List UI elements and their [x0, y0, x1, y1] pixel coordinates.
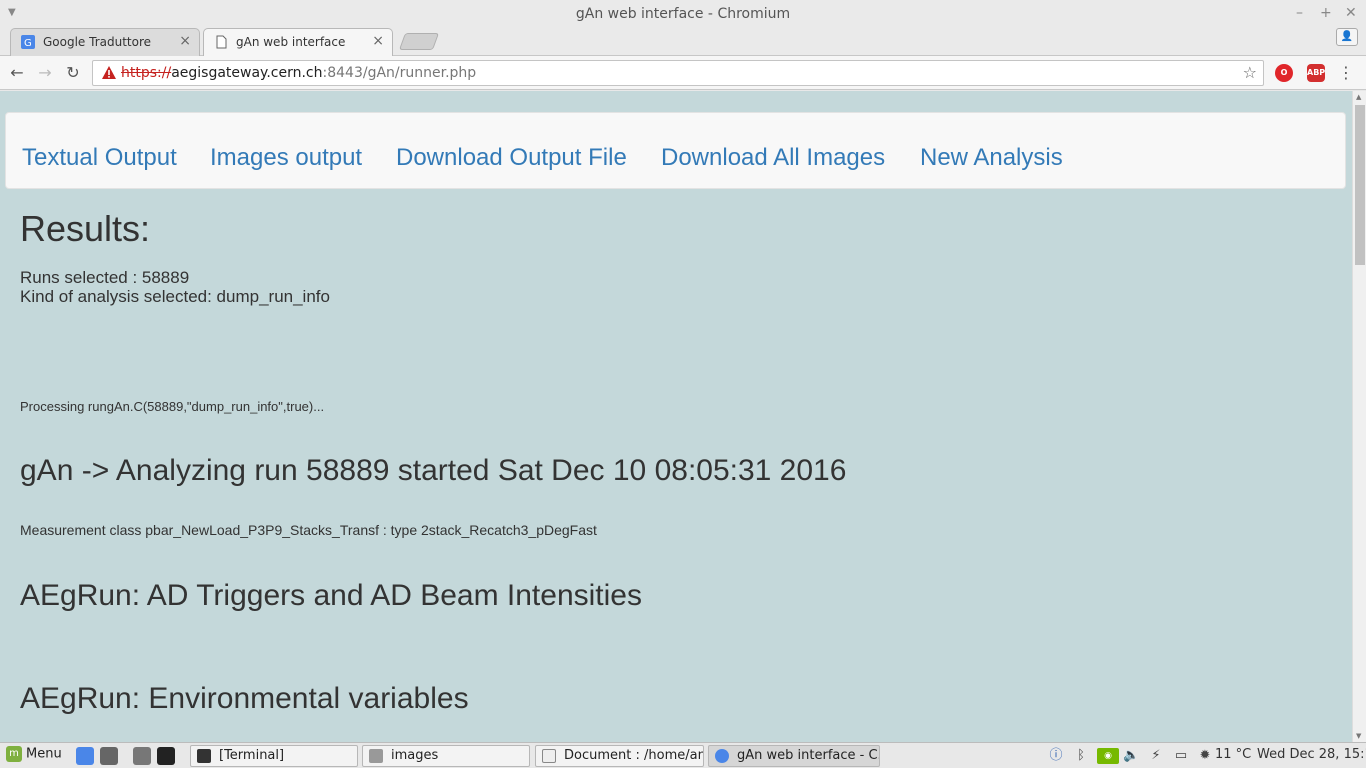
- url-path: :8443/gAn/runner.php: [322, 65, 477, 81]
- window-titlebar: ▼ gAn web interface - Chromium – + ✕: [0, 0, 1366, 28]
- nav-textual-output[interactable]: Textual Output: [22, 144, 177, 172]
- tab-close-icon[interactable]: ×: [372, 33, 384, 49]
- nav-new-analysis[interactable]: New Analysis: [920, 144, 1063, 172]
- battery-icon[interactable]: ▭: [1173, 748, 1189, 764]
- opera-extension-icon[interactable]: O: [1275, 64, 1293, 82]
- minimize-icon[interactable]: –: [1296, 5, 1303, 21]
- clock[interactable]: Wed Dec 28, 15:10: [1257, 747, 1366, 762]
- reload-icon[interactable]: ↻: [62, 62, 84, 84]
- weather-icon[interactable]: ✹: [1197, 748, 1213, 764]
- profile-icon[interactable]: 👤: [1336, 28, 1358, 46]
- google-translate-icon: G: [21, 35, 35, 49]
- task-chromium[interactable]: gAn web interface - C...: [708, 745, 880, 767]
- analysis-kind: Kind of analysis selected: dump_run_info: [20, 287, 330, 306]
- task-label: Document : /home/an...: [564, 748, 704, 763]
- scrollbar-thumb[interactable]: [1355, 105, 1365, 265]
- task-label: images: [391, 748, 439, 763]
- task-label: gAn web interface - C...: [737, 748, 880, 763]
- address-bar[interactable]: https://aegisgateway.cern.ch:8443/gAn/ru…: [92, 60, 1264, 86]
- tab-gan-web-interface[interactable]: gAn web interface ×: [203, 28, 393, 57]
- temperature: 11 °C: [1215, 747, 1252, 762]
- browser-menu-icon[interactable]: ⋮: [1338, 63, 1354, 82]
- measurement-line: Measurement class pbar_NewLoad_P3P9_Stac…: [20, 522, 597, 538]
- task-images[interactable]: images: [362, 745, 530, 767]
- runs-selected: Runs selected : 58889: [20, 268, 190, 287]
- chromium-launcher-icon[interactable]: [76, 747, 94, 765]
- page-scrollbar[interactable]: ▲ ▼: [1352, 91, 1366, 742]
- run-summary: Runs selected : 58889 Kind of analysis s…: [20, 268, 330, 306]
- close-window-icon[interactable]: ✕: [1345, 5, 1357, 21]
- bookmark-star-icon[interactable]: ☆: [1243, 63, 1257, 82]
- page-viewport: Textual Output Images output Download Ou…: [0, 91, 1352, 742]
- page-icon: [216, 35, 227, 49]
- tab-label: gAn web interface: [236, 35, 346, 49]
- triggers-heading: AEgRun: AD Triggers and AD Beam Intensit…: [20, 579, 642, 612]
- window-title: gAn web interface - Chromium: [575, 6, 791, 22]
- url-host: aegisgateway.cern.ch: [171, 65, 323, 81]
- nav-download-output-file[interactable]: Download Output File: [396, 144, 627, 172]
- results-navbar: Textual Output Images output Download Ou…: [5, 112, 1346, 189]
- tab-google-traduttore[interactable]: G Google Traduttore ×: [10, 28, 200, 56]
- start-menu-button[interactable]: m Menu: [6, 746, 62, 766]
- processing-line: Processing rungAn.C(58889,"dump_run_info…: [20, 399, 325, 414]
- nav-download-all-images[interactable]: Download All Images: [661, 144, 885, 172]
- task-document[interactable]: Document : /home/an...: [535, 745, 704, 767]
- url-text: https://aegisgateway.cern.ch:8443/gAn/ru…: [121, 65, 476, 81]
- tab-close-icon[interactable]: ×: [179, 33, 191, 49]
- new-tab-button[interactable]: [398, 33, 440, 50]
- chromium-icon: [715, 749, 729, 763]
- back-icon[interactable]: ←: [6, 62, 28, 84]
- analysis-start-heading: gAn -> Analyzing run 58889 started Sat D…: [20, 454, 847, 487]
- task-label: [Terminal]: [219, 748, 285, 763]
- terminal-icon: [197, 749, 211, 763]
- files-launcher-icon[interactable]: [100, 747, 118, 765]
- tab-label: Google Traduttore: [43, 35, 152, 49]
- scroll-down-icon[interactable]: ▼: [1356, 732, 1361, 740]
- start-menu-label: Menu: [26, 746, 62, 762]
- adblock-extension-icon[interactable]: ABP: [1307, 64, 1325, 82]
- warning-icon[interactable]: [101, 65, 117, 81]
- bluetooth-icon[interactable]: ᛒ: [1073, 748, 1089, 764]
- browser-toolbar: ← → ↻ https://aegisgateway.cern.ch:8443/…: [0, 56, 1366, 90]
- forward-icon[interactable]: →: [34, 62, 56, 84]
- terminal-launcher-icon[interactable]: [157, 747, 175, 765]
- system-taskbar: m Menu [Terminal] images Document : /home…: [0, 742, 1366, 768]
- environment-heading: AEgRun: Environmental variables: [20, 682, 469, 715]
- svg-text:G: G: [24, 38, 32, 49]
- scroll-up-icon[interactable]: ▲: [1356, 93, 1361, 101]
- update-manager-icon[interactable]: ⓘ: [1048, 748, 1064, 764]
- network-icon[interactable]: ⚡: [1148, 748, 1164, 764]
- folder-icon: [369, 749, 383, 763]
- nav-images-output[interactable]: Images output: [210, 144, 362, 172]
- task-terminal[interactable]: [Terminal]: [190, 745, 358, 767]
- mint-logo-icon: m: [6, 746, 22, 762]
- tab-strip: G Google Traduttore × gAn web interface …: [0, 28, 1366, 57]
- tex-icon: [542, 749, 556, 763]
- show-desktop-icon[interactable]: [133, 747, 151, 765]
- url-scheme: https://: [121, 65, 172, 81]
- nvidia-icon[interactable]: ◉: [1097, 748, 1119, 764]
- volume-icon[interactable]: 🔈: [1123, 748, 1139, 764]
- maximize-icon[interactable]: +: [1320, 5, 1332, 21]
- results-heading: Results:: [20, 208, 151, 249]
